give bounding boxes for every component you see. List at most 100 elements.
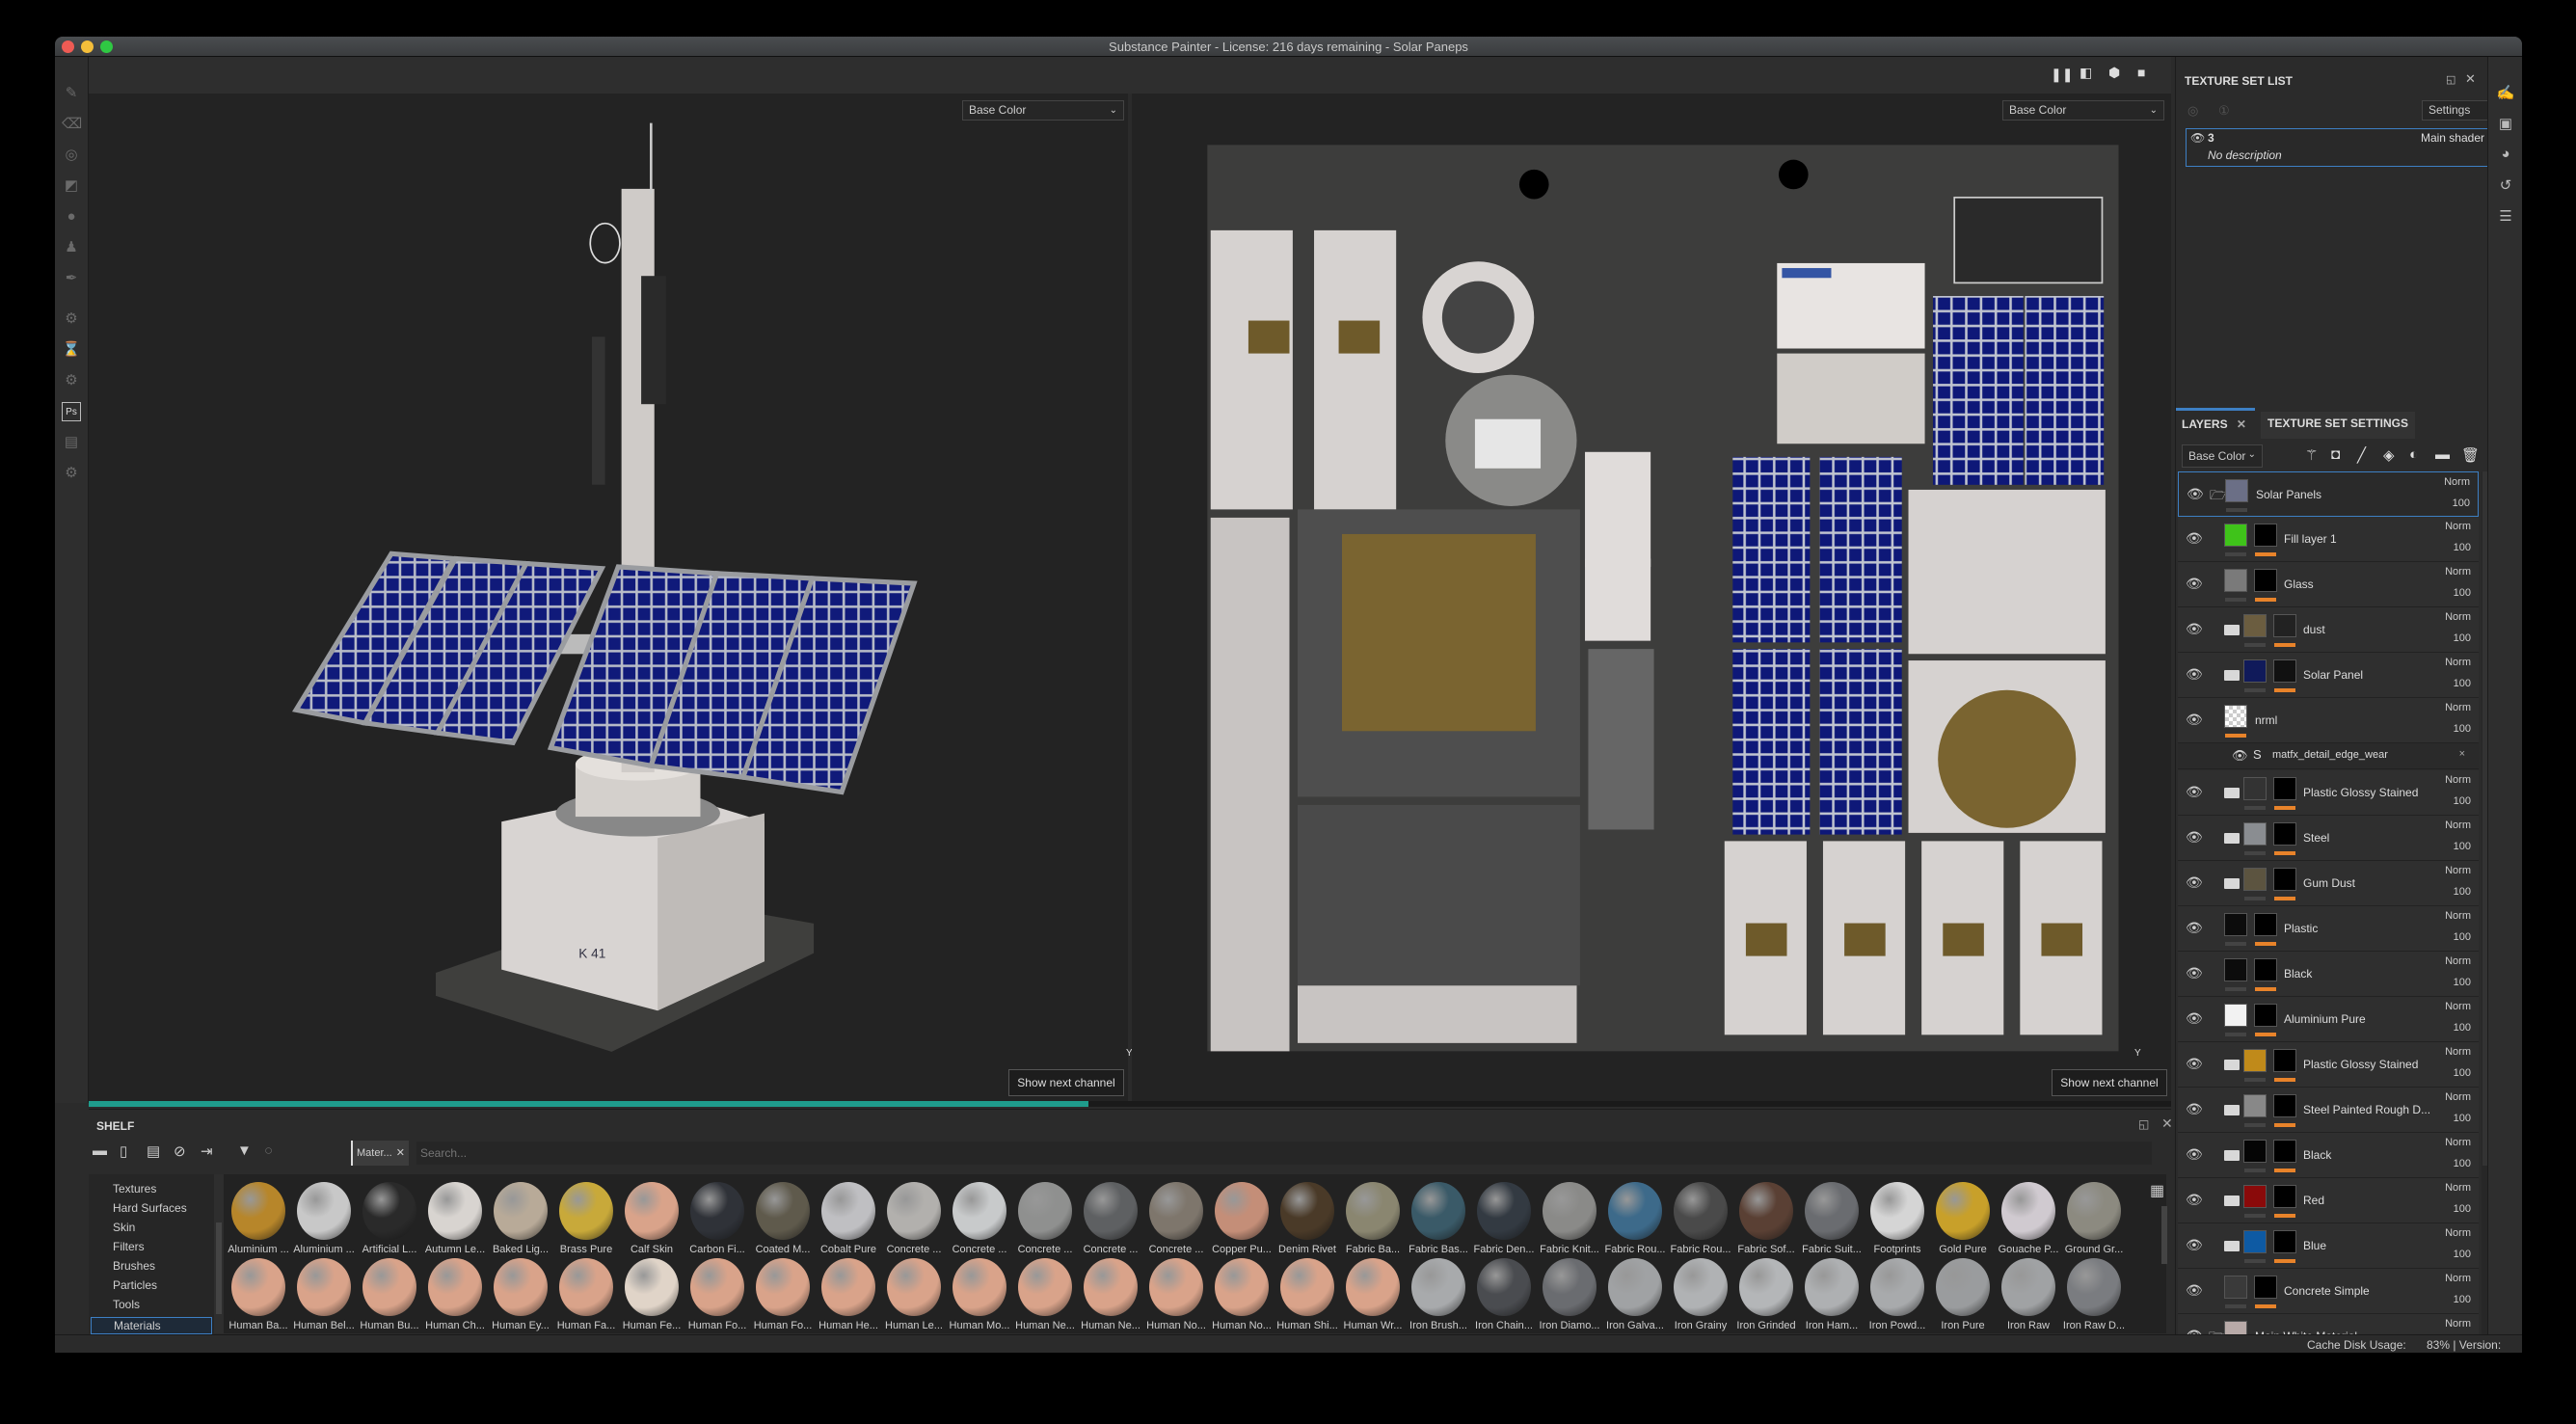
float-panel-icon[interactable]: ◱: [2446, 73, 2455, 86]
opacity-dropdown[interactable]: 100: [2454, 587, 2471, 599]
layer-row[interactable]: 👁 Gum Dust Norm 100: [2178, 861, 2479, 906]
new-icon[interactable]: ▯: [120, 1142, 127, 1160]
materials-scrollbar[interactable]: [2161, 1206, 2167, 1264]
pause-icon[interactable]: ❚❚: [2051, 67, 2073, 83]
material-item[interactable]: Iron Diamo...: [1537, 1258, 1602, 1331]
refresh-icon[interactable]: ○: [264, 1142, 273, 1159]
blend-mode-dropdown[interactable]: Norm: [2445, 1091, 2471, 1103]
material-item[interactable]: Human Ch...: [422, 1258, 488, 1331]
viewport-2d[interactable]: Base Color ⌄ Y Show next channel: [1132, 94, 2171, 1101]
paint-brush-icon[interactable]: ✎: [62, 84, 81, 103]
material-item[interactable]: Cobalt Pure: [816, 1182, 881, 1255]
category-scrollbar[interactable]: [214, 1174, 224, 1333]
eye-icon[interactable]: 👁: [2186, 784, 2203, 800]
eye-icon[interactable]: 👁: [2190, 131, 2205, 145]
substance-icon[interactable]: ⚙: [62, 309, 81, 329]
paint-layer-icon[interactable]: ╱: [2357, 446, 2366, 464]
close-icon[interactable]: ✕: [2161, 1115, 2173, 1132]
material-item[interactable]: Iron Raw D...: [2061, 1258, 2127, 1331]
filter-tag[interactable]: Mater... ✕: [351, 1141, 409, 1166]
layer-row[interactable]: 👁 Plastic Glossy Stained Norm 100: [2178, 770, 2479, 816]
eye-icon[interactable]: 👁: [2186, 530, 2203, 547]
blend-mode-dropdown[interactable]: Norm: [2445, 702, 2471, 713]
shelf-category-item[interactable]: Particles: [113, 1278, 157, 1292]
opacity-dropdown[interactable]: 100: [2454, 1022, 2471, 1034]
blend-mode-dropdown[interactable]: Norm: [2445, 865, 2471, 876]
material-item[interactable]: Brass Pure: [553, 1182, 619, 1255]
material-item[interactable]: Iron Raw: [1996, 1258, 2061, 1331]
shelf-category-item[interactable]: Materials: [91, 1317, 212, 1334]
opacity-dropdown[interactable]: 100: [2454, 678, 2471, 689]
blend-mode-dropdown[interactable]: Norm: [2445, 1273, 2471, 1284]
material-item[interactable]: Iron Grainy: [1668, 1258, 1733, 1331]
material-item[interactable]: Denim Rivet: [1275, 1182, 1340, 1255]
opacity-dropdown[interactable]: 100: [2454, 931, 2471, 943]
eye-icon[interactable]: 👁: [2186, 1192, 2203, 1208]
environment-icon[interactable]: ◕: [2496, 146, 2515, 165]
material-item[interactable]: Calf Skin: [619, 1182, 684, 1255]
blend-mode-dropdown[interactable]: Norm: [2445, 955, 2471, 967]
material-item[interactable]: Carbon Fi...: [684, 1182, 750, 1255]
material-item[interactable]: Artificial L...: [357, 1182, 422, 1255]
material-item[interactable]: Human Fo...: [684, 1258, 750, 1331]
blend-mode-dropdown[interactable]: Norm: [2445, 1227, 2471, 1239]
material-item[interactable]: Concrete ...: [947, 1182, 1012, 1255]
tab-texture-set-settings[interactable]: TEXTURE SET SETTINGS: [2261, 412, 2416, 439]
folder-icon[interactable]: ▬: [2435, 446, 2450, 463]
opacity-dropdown[interactable]: 100: [2454, 977, 2471, 988]
material-item[interactable]: Fabric Bas...: [1406, 1182, 1471, 1255]
shader-label[interactable]: Main shader: [2421, 131, 2484, 145]
split-view-icon[interactable]: ◧: [2080, 65, 2092, 81]
eye-icon[interactable]: 👁: [2186, 1101, 2203, 1117]
blend-mode-dropdown[interactable]: Norm: [2445, 1318, 2471, 1330]
settings-dropdown[interactable]: Settings: [2422, 100, 2489, 121]
brush-settings-icon[interactable]: ✍: [2496, 84, 2515, 103]
blend-mode-dropdown[interactable]: Norm: [2445, 1001, 2471, 1012]
material-item[interactable]: Concrete ...: [1143, 1182, 1209, 1255]
minimize-window-button[interactable]: [81, 40, 94, 53]
material-item[interactable]: Human No...: [1143, 1258, 1209, 1331]
opacity-dropdown[interactable]: 100: [2453, 497, 2470, 509]
blend-mode-dropdown[interactable]: Norm: [2445, 910, 2471, 922]
texture-set-item[interactable]: 👁 3 Main shader No description: [2186, 128, 2489, 167]
layer-row[interactable]: 👁 Black Norm 100: [2178, 1133, 2479, 1178]
blend-mode-dropdown[interactable]: Norm: [2445, 1046, 2471, 1058]
material-item[interactable]: Human Fo...: [750, 1258, 816, 1331]
shelf-category-item[interactable]: Brushes: [113, 1259, 155, 1273]
layer-row[interactable]: 👁 dust Norm 100: [2178, 607, 2479, 653]
grid-view-icon[interactable]: ▦: [2150, 1181, 2164, 1200]
opacity-dropdown[interactable]: 100: [2454, 632, 2471, 644]
blend-mode-dropdown[interactable]: Norm: [2445, 819, 2471, 831]
opacity-dropdown[interactable]: 100: [2454, 1067, 2471, 1079]
layer-row[interactable]: 👁 Glass Norm 100: [2178, 562, 2479, 607]
material-item[interactable]: Human Ne...: [1012, 1258, 1078, 1331]
material-item[interactable]: Gouache P...: [1996, 1182, 2061, 1255]
blend-mode-dropdown[interactable]: Norm: [2445, 521, 2471, 532]
layer-row[interactable]: 👁 nrml Norm 100: [2178, 698, 2479, 743]
material-item[interactable]: Human Shi...: [1275, 1258, 1340, 1331]
material-item[interactable]: Human Ey...: [488, 1258, 553, 1331]
magic-wand-icon[interactable]: ⚚: [2305, 446, 2318, 464]
projection-icon[interactable]: ◎: [62, 146, 81, 165]
blend-mode-dropdown[interactable]: Norm: [2445, 774, 2471, 786]
material-item[interactable]: Footprints: [1865, 1182, 1930, 1255]
layer-row[interactable]: 👁 Steel Norm 100: [2178, 816, 2479, 861]
material-item[interactable]: Fabric Rou...: [1668, 1182, 1733, 1255]
layer-row[interactable]: 👁 Plastic Glossy Stained Norm 100: [2178, 1042, 2479, 1088]
eye-icon[interactable]: 👁: [2186, 712, 2203, 728]
settings-icon[interactable]: ⚙: [62, 464, 81, 483]
channel-dropdown-left[interactable]: Base Color ⌄: [962, 100, 1124, 121]
display-settings-icon[interactable]: ▣: [2496, 115, 2515, 134]
visibility-all-icon[interactable]: ◎: [2187, 103, 2198, 119]
blend-mode-dropdown[interactable]: Norm: [2445, 566, 2471, 578]
camera-icon[interactable]: ■: [2137, 65, 2145, 80]
tab-layers[interactable]: LAYERS ✕: [2182, 417, 2246, 431]
filter-icon[interactable]: ▼: [237, 1142, 252, 1159]
close-icon[interactable]: ✕: [396, 1141, 405, 1166]
material-item[interactable]: Fabric Sof...: [1733, 1182, 1799, 1255]
material-item[interactable]: Aluminium ...: [226, 1182, 291, 1255]
eye-icon[interactable]: 👁: [2186, 1282, 2203, 1299]
shelf-category-item[interactable]: Filters: [113, 1240, 145, 1253]
eye-icon[interactable]: 👁: [2186, 874, 2203, 891]
hide-icon[interactable]: ⊘: [174, 1142, 186, 1160]
